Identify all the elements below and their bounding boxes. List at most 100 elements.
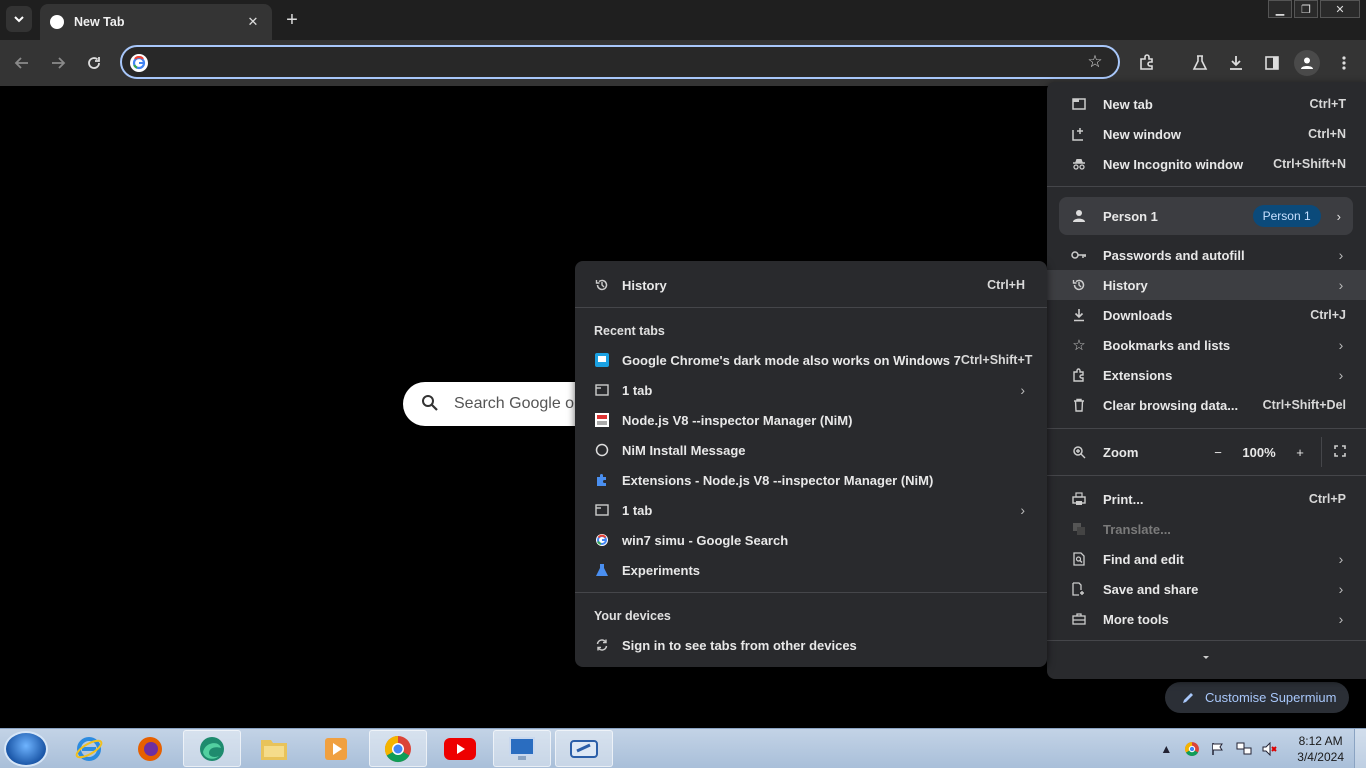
recent-tab-item[interactable]: Extensions - Node.js V8 --inspector Mana… (575, 465, 1047, 495)
tab-favicon-icon (50, 15, 64, 29)
menu-item-clear-data[interactable]: Clear browsing data... Ctrl+Shift+Del (1047, 390, 1366, 420)
chrome-icon[interactable] (369, 730, 427, 767)
restore-icon[interactable]: ❐ (1294, 0, 1318, 18)
search-icon (422, 395, 438, 411)
menu-item-bookmarks[interactable]: ☆ Bookmarks and lists › (1047, 330, 1366, 360)
recent-tab-item[interactable]: Node.js V8 --inspector Manager (NiM) (575, 405, 1047, 435)
menu-item-new-tab[interactable]: New tab Ctrl+T (1047, 89, 1366, 119)
chevron-right-icon: › (1338, 551, 1344, 567)
menu-item-new-window[interactable]: New window Ctrl+N (1047, 119, 1366, 149)
network-icon[interactable] (1235, 740, 1253, 758)
profile-avatar-icon[interactable] (1294, 50, 1320, 76)
menu-item-find-edit[interactable]: Find and edit › (1047, 544, 1366, 574)
submenu-item-history[interactable]: History Ctrl+H (575, 270, 1047, 300)
menu-item-translate: Translate... (1047, 514, 1366, 544)
downloads-icon[interactable] (1223, 50, 1249, 76)
clock-date: 3/4/2024 (1297, 750, 1344, 764)
chevron-right-icon: › (1020, 502, 1025, 518)
remote-desktop-icon[interactable] (493, 730, 551, 767)
chevron-right-icon: › (1338, 277, 1344, 293)
new-tab-button[interactable]: + (280, 8, 304, 32)
zoom-out-button[interactable]: − (1205, 445, 1231, 460)
start-button-icon[interactable] (4, 731, 48, 767)
edge-icon[interactable] (183, 730, 241, 767)
system-tray: ▲ 8:12 AM 3/4/2024 (1153, 729, 1366, 768)
window-icon (595, 503, 609, 517)
back-icon[interactable] (9, 50, 35, 76)
window-icon (595, 383, 609, 397)
tab-search-button[interactable] (6, 6, 32, 32)
bookmark-star-icon[interactable]: ☆ (1084, 51, 1106, 73)
zoom-icon (1071, 444, 1087, 460)
print-icon (1071, 491, 1087, 507)
fullscreen-icon[interactable] (1334, 444, 1346, 460)
recent-window-item[interactable]: 1 tab › (575, 495, 1047, 525)
media-player-icon[interactable] (307, 730, 365, 767)
history-icon (595, 278, 609, 292)
file-explorer-icon[interactable] (245, 730, 303, 767)
zoom-controls: − 100% + (1205, 437, 1346, 467)
reload-icon[interactable] (81, 50, 107, 76)
recent-tab-item[interactable]: Experiments (575, 555, 1047, 585)
address-bar[interactable]: ☆ (120, 45, 1120, 79)
sync-icon (595, 638, 609, 652)
tray-chrome-icon[interactable] (1183, 740, 1201, 758)
toolbox-icon (1071, 611, 1087, 627)
blog-favicon-icon (595, 353, 609, 367)
flag-icon[interactable] (1209, 740, 1227, 758)
tab-new-tab[interactable]: New Tab ✕ (40, 4, 272, 40)
show-desktop-button[interactable] (1354, 729, 1366, 768)
menu-divider (1047, 186, 1366, 187)
flask-icon (595, 563, 609, 577)
kebab-menu-icon[interactable] (1331, 50, 1357, 76)
menu-item-passwords[interactable]: Passwords and autofill › (1047, 240, 1366, 270)
menu-item-extensions[interactable]: Extensions › (1047, 360, 1366, 390)
side-panel-icon[interactable] (1259, 50, 1285, 76)
recent-tabs-header: Recent tabs (594, 324, 665, 338)
labs-flask-icon[interactable] (1187, 50, 1213, 76)
tab-strip: New Tab ✕ + ▁ ❐ ✕ (0, 0, 1366, 40)
new-window-icon (1071, 126, 1087, 142)
star-icon: ☆ (1072, 337, 1086, 354)
sign-in-devices-item[interactable]: Sign in to see tabs from other devices (575, 630, 1047, 660)
tray-expand-icon[interactable]: ▲ (1157, 740, 1175, 758)
menu-item-more-tools[interactable]: More tools › (1047, 604, 1366, 634)
youtube-icon[interactable] (431, 730, 489, 767)
zoom-in-button[interactable]: + (1287, 445, 1313, 460)
close-icon[interactable]: ✕ (244, 13, 262, 31)
google-icon (130, 54, 148, 72)
translate-icon (1071, 521, 1087, 537)
recent-tab-item[interactable]: NiM Install Message (575, 435, 1047, 465)
recent-tab-item[interactable]: win7 simu - Google Search (575, 525, 1047, 555)
volume-muted-icon[interactable] (1261, 740, 1279, 758)
clock[interactable]: 8:12 AM 3/4/2024 (1297, 733, 1344, 765)
chevron-right-icon: › (1338, 247, 1344, 263)
google-favicon-icon (595, 533, 609, 547)
puzzle-icon (1071, 367, 1087, 383)
menu-item-print[interactable]: Print... Ctrl+P (1047, 484, 1366, 514)
menu-expand-caret-icon[interactable] (1201, 650, 1211, 665)
menu-item-person[interactable]: Person 1 Person 1 › (1059, 197, 1353, 235)
extensions-icon[interactable] (1134, 50, 1160, 76)
menu-item-history[interactable]: History › (1047, 270, 1366, 300)
chevron-right-icon: › (1336, 208, 1341, 224)
recent-window-item[interactable]: 1 tab › (575, 375, 1047, 405)
virtualbox-icon[interactable] (555, 730, 613, 767)
menu-divider (1047, 640, 1366, 641)
customise-button[interactable]: Customise Supermium (1165, 682, 1349, 713)
recent-tab-item[interactable]: Google Chrome's dark mode also works on … (575, 345, 1047, 375)
menu-item-downloads[interactable]: Downloads Ctrl+J (1047, 300, 1366, 330)
firefox-icon[interactable] (121, 730, 179, 767)
internet-explorer-icon[interactable] (60, 730, 118, 767)
person-chip: Person 1 (1252, 205, 1321, 227)
chevron-right-icon: › (1338, 367, 1344, 383)
forward-icon[interactable] (45, 50, 71, 76)
your-devices-header: Your devices (594, 609, 671, 623)
menu-item-new-incognito[interactable]: New Incognito window Ctrl+Shift+N (1047, 149, 1366, 179)
window-close-icon[interactable]: ✕ (1320, 0, 1360, 18)
extension-favicon-icon (595, 473, 609, 487)
minimize-icon[interactable]: ▁ (1268, 0, 1292, 18)
pencil-icon (1183, 692, 1193, 703)
key-icon (1071, 247, 1087, 263)
menu-item-save-share[interactable]: Save and share › (1047, 574, 1366, 604)
